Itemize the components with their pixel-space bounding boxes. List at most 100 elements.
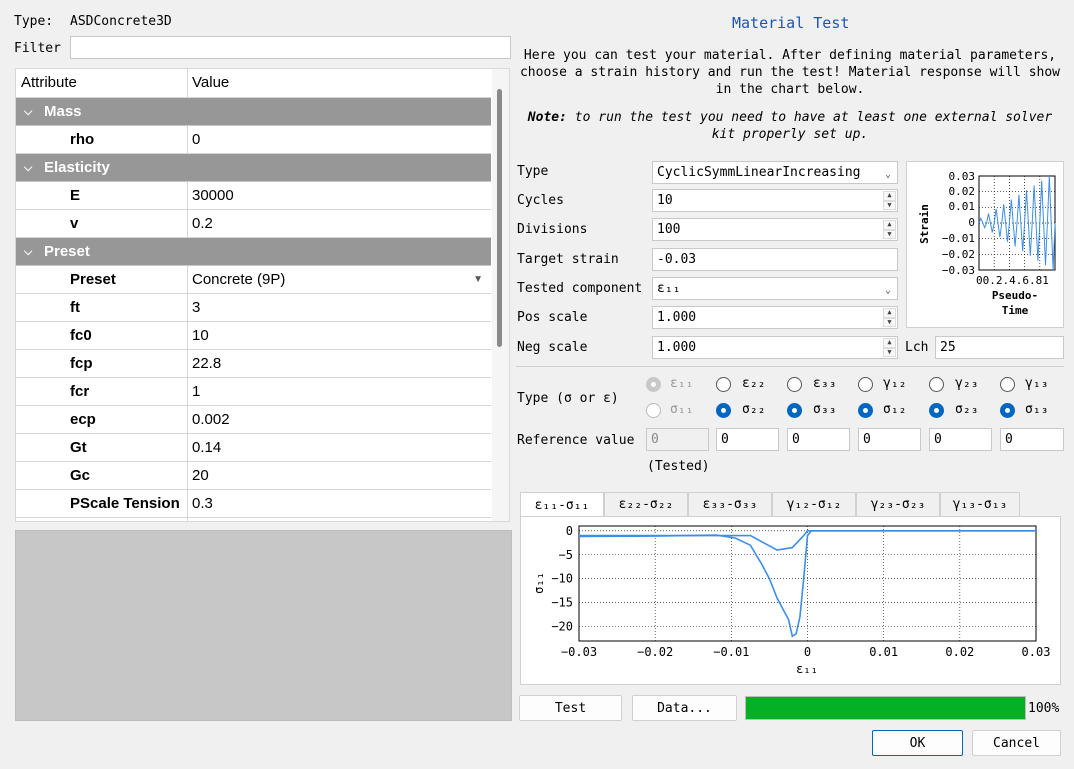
radio-s12[interactable] xyxy=(858,403,873,418)
radio-s33[interactable] xyxy=(787,403,802,418)
spin-down-icon: ▼ xyxy=(883,229,896,239)
y-tick-label: −15 xyxy=(551,596,573,610)
type-sigma-eps-label: Type (σ or ε) xyxy=(517,391,619,406)
radio-s11[interactable] xyxy=(646,403,661,418)
group-mass[interactable]: ⌵ Mass xyxy=(16,98,491,126)
radio-e11-label: ε₁₁ xyxy=(670,376,694,391)
attribute-table: Attribute Value ⌵ Mass rho 0 ⌵ Elasticity … xyxy=(15,68,510,522)
E-value[interactable]: 30000 xyxy=(189,182,491,210)
target-strain-label: Target strain xyxy=(517,252,619,267)
header-attribute[interactable]: Attribute xyxy=(16,69,188,97)
spin-up-icon: ▲ xyxy=(883,308,896,318)
radio-s12-label: σ₁₂ xyxy=(883,402,907,417)
ecp-value[interactable]: 0.002 xyxy=(189,406,491,434)
table-row: fc0 10 xyxy=(16,322,491,350)
x-tick-label: −0.03 xyxy=(561,645,597,659)
vertical-scrollbar[interactable] xyxy=(492,69,509,521)
group-elasticity[interactable]: ⌵ Elasticity xyxy=(16,154,491,182)
lch-input[interactable]: 25 xyxy=(935,336,1064,359)
tab-e11-s11[interactable]: ε₁₁-σ₁₁ xyxy=(520,492,604,517)
pos-scale-spinbox[interactable]: 1.000 ▲ ▼ xyxy=(652,306,898,329)
pscale-value[interactable]: 0.3 xyxy=(189,490,491,518)
note-label: Note: xyxy=(527,110,567,125)
fcr-value[interactable]: 1 xyxy=(189,378,491,406)
x-tick-label: −0.02 xyxy=(637,645,673,659)
tab-g12-s12[interactable]: γ₁₂-σ₁₂ xyxy=(772,492,856,516)
table-row: Gc 20 xyxy=(16,462,491,490)
fc0-value[interactable]: 10 xyxy=(189,322,491,350)
strain-history-chart: 0.03 0.02 0.01 0 −0.01 −0.02 −0.03 00.2.… xyxy=(906,161,1064,328)
reference-value-label: Reference value xyxy=(517,433,635,448)
ref-value-33[interactable]: 0 xyxy=(787,428,850,451)
y-axis-label: σ₁₁ xyxy=(532,572,546,594)
strain-history-svg: 0.03 0.02 0.01 0 −0.01 −0.02 −0.03 00.2.… xyxy=(918,170,1056,317)
cancel-button[interactable]: Cancel xyxy=(972,730,1061,756)
tab-g23-s23[interactable]: γ₂₃-σ₂₃ xyxy=(856,492,940,516)
Gc-value[interactable]: 20 xyxy=(189,462,491,490)
ref-value-23[interactable]: 0 xyxy=(929,428,992,451)
y-tick-label: −10 xyxy=(551,572,573,586)
scrollbar-thumb[interactable] xyxy=(497,89,502,347)
ref-value-12[interactable]: 0 xyxy=(858,428,921,451)
cycles-spinbox[interactable]: 10 ▲ ▼ xyxy=(652,189,898,212)
table-row: fcr 1 xyxy=(16,378,491,406)
x-tick-label: −0.01 xyxy=(713,645,749,659)
target-strain-input[interactable]: -0.03 xyxy=(652,248,898,271)
tab-g13-s13[interactable]: γ₁₃-σ₁₃ xyxy=(940,492,1020,516)
radio-e11[interactable] xyxy=(646,377,661,392)
fcp-value[interactable]: 22.8 xyxy=(189,350,491,378)
radio-g23[interactable] xyxy=(929,377,944,392)
radio-e33-label: ε₃₃ xyxy=(813,376,837,391)
divisions-spinbox[interactable]: 100 ▲ ▼ xyxy=(652,218,898,241)
ref-value-13[interactable]: 0 xyxy=(1000,428,1064,451)
tab-e33-s33[interactable]: ε₃₃-σ₃₃ xyxy=(688,492,772,516)
radio-s13[interactable] xyxy=(1000,403,1015,418)
table-row: v 0.2 xyxy=(16,210,491,238)
ref-value-11[interactable]: 0 xyxy=(646,428,709,451)
x-tick-label: 0.02 xyxy=(945,645,974,659)
lch-label: Lch xyxy=(905,340,929,355)
material-type-value: ASDConcrete3D xyxy=(70,14,172,29)
table-header: Attribute Value xyxy=(16,69,491,98)
header-value[interactable]: Value xyxy=(189,69,491,97)
ref-value-22[interactable]: 0 xyxy=(716,428,779,451)
ft-value[interactable]: 3 xyxy=(189,294,491,322)
table-row: ft 3 xyxy=(16,294,491,322)
table-row: E 30000 xyxy=(16,182,491,210)
tab-e22-s22[interactable]: ε₂₂-σ₂₂ xyxy=(604,492,688,516)
spin-down-icon: ▼ xyxy=(883,200,896,210)
neg-scale-spinbox[interactable]: 1.000 ▲ ▼ xyxy=(652,336,898,359)
neg-scale-label: Neg scale xyxy=(517,340,588,355)
group-preset[interactable]: ⌵ Preset xyxy=(16,238,491,266)
spin-down-icon: ▼ xyxy=(883,317,896,327)
mini-ytick: 0.03 xyxy=(949,170,976,183)
divider xyxy=(516,366,1064,367)
filter-label: Filter xyxy=(14,41,61,56)
radio-s22[interactable] xyxy=(716,403,731,418)
rho-value[interactable]: 0 xyxy=(189,126,491,154)
chevron-down-icon: ⌄ xyxy=(884,285,891,296)
radio-g12[interactable] xyxy=(858,377,873,392)
data-button[interactable]: Data... xyxy=(632,695,737,721)
progress-fill xyxy=(746,697,1025,719)
v-value[interactable]: 0.2 xyxy=(189,210,491,238)
mini-ytick: 0.02 xyxy=(949,185,976,198)
strain-type-select[interactable]: CyclicSymmLinearIncreasing ⌄ xyxy=(652,161,898,184)
test-button[interactable]: Test xyxy=(519,695,622,721)
tested-component-select[interactable]: ε₁₁ ⌄ xyxy=(652,277,898,300)
radio-s23[interactable] xyxy=(929,403,944,418)
radio-g13[interactable] xyxy=(1000,377,1015,392)
filter-input[interactable] xyxy=(70,36,511,59)
spin-up-icon: ▲ xyxy=(883,220,896,230)
radio-e22[interactable] xyxy=(716,377,731,392)
intro-text: Here you can test your material. After d… xyxy=(519,48,1061,97)
Gt-value[interactable]: 0.14 xyxy=(189,434,491,462)
mini-xlabel-2: Time xyxy=(1002,304,1029,317)
table-row: ecp 0.002 xyxy=(16,406,491,434)
preset-combo[interactable]: Concrete (9P) ▼ xyxy=(189,266,491,294)
ok-button[interactable]: OK xyxy=(872,730,963,756)
radio-e33[interactable] xyxy=(787,377,802,392)
table-row: Preset Concrete (9P) ▼ xyxy=(16,266,491,294)
divisions-label: Divisions xyxy=(517,222,588,237)
mini-ytick: −0.02 xyxy=(942,248,975,261)
